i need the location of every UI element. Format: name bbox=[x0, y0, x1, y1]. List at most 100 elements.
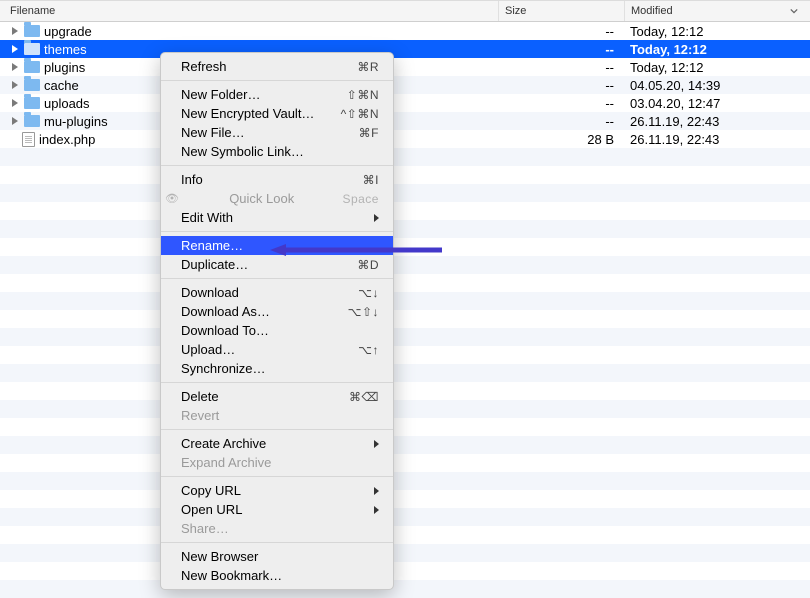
file-row[interactable]: upgrade--Today, 12:12 bbox=[0, 22, 810, 40]
folder-icon bbox=[24, 25, 40, 37]
disclosure-triangle-icon[interactable] bbox=[10, 62, 20, 72]
menu-separator bbox=[161, 429, 393, 430]
menu-separator bbox=[161, 165, 393, 166]
menu-item-quick-look: 👁 Quick Look Space bbox=[161, 189, 393, 208]
submenu-arrow-icon bbox=[374, 506, 379, 514]
menu-item-new-browser[interactable]: New Browser bbox=[161, 547, 393, 566]
cell-size: -- bbox=[498, 60, 624, 75]
menu-item-label: Quick Look bbox=[229, 191, 294, 206]
menu-item-new-encrypted-vault[interactable]: New Encrypted Vault…^⇧⌘N bbox=[161, 104, 393, 123]
menu-shortcut: ⌥⇧↓ bbox=[348, 305, 379, 319]
menu-item-new-symbolic-link[interactable]: New Symbolic Link… bbox=[161, 142, 393, 161]
empty-row bbox=[0, 364, 810, 382]
disclosure-triangle-icon[interactable] bbox=[10, 44, 20, 54]
empty-row bbox=[0, 454, 810, 472]
file-row[interactable]: cache--04.05.20, 14:39 bbox=[0, 76, 810, 94]
menu-item-info[interactable]: Info⌘I bbox=[161, 170, 393, 189]
menu-item-label: Share… bbox=[181, 521, 229, 536]
file-row[interactable]: index.php28 B26.11.19, 22:43 bbox=[0, 130, 810, 148]
menu-item-label: Create Archive bbox=[181, 436, 266, 451]
menu-item-download[interactable]: Download⌥↓ bbox=[161, 283, 393, 302]
menu-item-label: Info bbox=[181, 172, 203, 187]
menu-separator bbox=[161, 278, 393, 279]
menu-item-expand-archive: Expand Archive bbox=[161, 453, 393, 472]
folder-icon bbox=[24, 61, 40, 73]
empty-row bbox=[0, 166, 810, 184]
menu-item-share: Share… bbox=[161, 519, 393, 538]
cell-size: -- bbox=[498, 42, 624, 57]
menu-item-synchronize[interactable]: Synchronize… bbox=[161, 359, 393, 378]
cell-size: 28 B bbox=[498, 132, 624, 147]
disclosure-triangle-icon[interactable] bbox=[10, 26, 20, 36]
menu-item-refresh[interactable]: Refresh⌘R bbox=[161, 57, 393, 76]
menu-separator bbox=[161, 476, 393, 477]
file-name-label: plugins bbox=[44, 60, 85, 75]
file-row[interactable]: uploads--03.04.20, 12:47 bbox=[0, 94, 810, 112]
menu-item-label: Download As… bbox=[181, 304, 270, 319]
menu-item-create-archive[interactable]: Create Archive bbox=[161, 434, 393, 453]
cell-size: -- bbox=[498, 24, 624, 39]
eye-icon: 👁 bbox=[165, 192, 179, 205]
column-header-modified[interactable]: Modified bbox=[624, 1, 810, 21]
folder-icon bbox=[24, 79, 40, 91]
file-row[interactable]: mu-plugins--26.11.19, 22:43 bbox=[0, 112, 810, 130]
menu-item-label: New Symbolic Link… bbox=[181, 144, 304, 159]
cell-size: -- bbox=[498, 114, 624, 129]
file-name-label: uploads bbox=[44, 96, 90, 111]
menu-item-revert: Revert bbox=[161, 406, 393, 425]
menu-item-label: New Bookmark… bbox=[181, 568, 282, 583]
menu-shortcut: ^⇧⌘N bbox=[341, 107, 379, 121]
empty-row bbox=[0, 346, 810, 364]
menu-item-label: Synchronize… bbox=[181, 361, 266, 376]
empty-row bbox=[0, 328, 810, 346]
menu-item-label: Delete bbox=[181, 389, 219, 404]
empty-row bbox=[0, 472, 810, 490]
menu-item-delete[interactable]: Delete ⌘⌫ bbox=[161, 387, 393, 406]
empty-row bbox=[0, 292, 810, 310]
menu-item-label: Copy URL bbox=[181, 483, 241, 498]
menu-item-new-folder[interactable]: New Folder…⇧⌘N bbox=[161, 85, 393, 104]
menu-item-upload[interactable]: Upload…⌥↑ bbox=[161, 340, 393, 359]
file-row[interactable]: themes--Today, 12:12 bbox=[0, 40, 810, 58]
menu-item-label: Expand Archive bbox=[181, 455, 271, 470]
menu-item-label: Duplicate… bbox=[181, 257, 248, 272]
file-row[interactable]: plugins--Today, 12:12 bbox=[0, 58, 810, 76]
menu-separator bbox=[161, 231, 393, 232]
folder-icon bbox=[24, 97, 40, 109]
menu-shortcut: ⌘D bbox=[357, 258, 379, 272]
menu-item-new-bookmark[interactable]: New Bookmark… bbox=[161, 566, 393, 585]
empty-row bbox=[0, 202, 810, 220]
menu-item-rename[interactable]: Rename… bbox=[161, 236, 393, 255]
menu-item-label: Revert bbox=[181, 408, 219, 423]
menu-item-edit-with[interactable]: Edit With bbox=[161, 208, 393, 227]
column-header-filename[interactable]: Filename bbox=[0, 5, 498, 17]
empty-row bbox=[0, 148, 810, 166]
menu-shortcut: Space bbox=[342, 192, 379, 206]
menu-item-label: Refresh bbox=[181, 59, 227, 74]
column-header-size[interactable]: Size bbox=[498, 1, 624, 21]
empty-row bbox=[0, 562, 810, 580]
menu-separator bbox=[161, 382, 393, 383]
menu-item-download-to[interactable]: Download To… bbox=[161, 321, 393, 340]
disclosure-triangle-icon[interactable] bbox=[10, 98, 20, 108]
menu-item-new-file[interactable]: New File…⌘F bbox=[161, 123, 393, 142]
menu-item-open-url[interactable]: Open URL bbox=[161, 500, 393, 519]
cell-modified: Today, 12:12 bbox=[624, 24, 810, 39]
menu-item-label: New Browser bbox=[181, 549, 258, 564]
disclosure-triangle-icon[interactable] bbox=[10, 116, 20, 126]
cell-modified: 04.05.20, 14:39 bbox=[624, 78, 810, 93]
menu-shortcut: ⌥↓ bbox=[358, 286, 379, 300]
menu-shortcut: ⌘F bbox=[359, 126, 379, 140]
cell-modified: 26.11.19, 22:43 bbox=[624, 132, 810, 147]
empty-row bbox=[0, 418, 810, 436]
disclosure-triangle-icon[interactable] bbox=[10, 80, 20, 90]
context-menu: Refresh⌘R New Folder…⇧⌘NNew Encrypted Vau… bbox=[160, 52, 394, 590]
empty-row bbox=[0, 526, 810, 544]
menu-shortcut: ⌘⌫ bbox=[349, 390, 379, 404]
menu-item-download-as[interactable]: Download As… ⌥⇧↓ bbox=[161, 302, 393, 321]
empty-row bbox=[0, 256, 810, 274]
submenu-arrow-icon bbox=[374, 440, 379, 448]
menu-item-duplicate[interactable]: Duplicate… ⌘D bbox=[161, 255, 393, 274]
menu-item-copy-url[interactable]: Copy URL bbox=[161, 481, 393, 500]
empty-row bbox=[0, 580, 810, 598]
